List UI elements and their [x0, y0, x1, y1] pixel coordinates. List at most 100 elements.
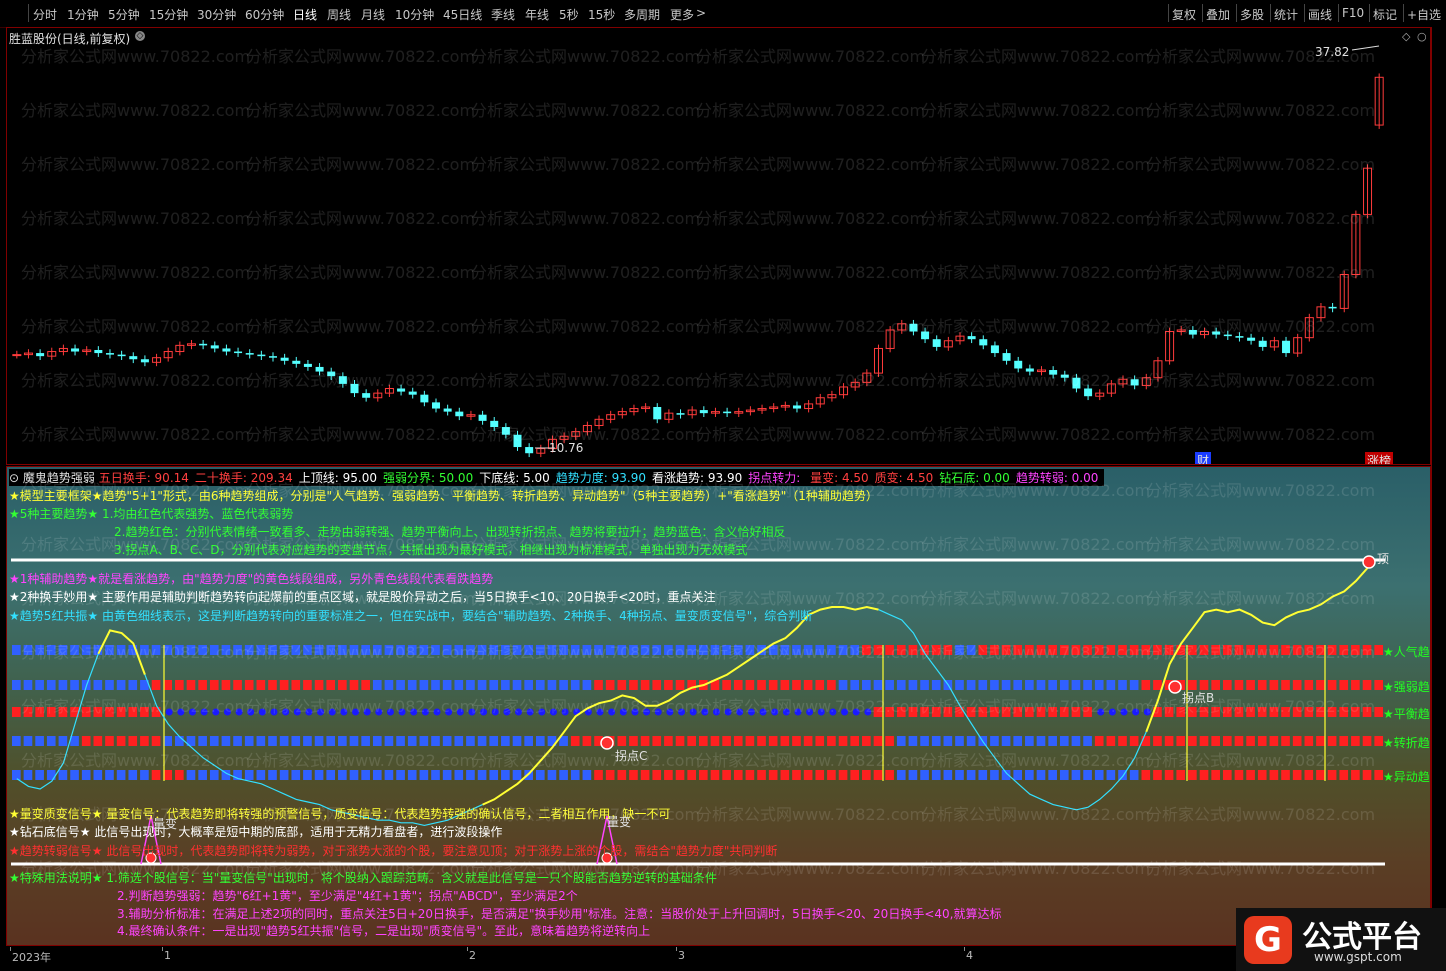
candle	[699, 406, 708, 418]
right-scrollbar[interactable]	[1431, 27, 1446, 971]
candle	[303, 360, 312, 371]
candle	[804, 400, 814, 413]
period-12[interactable]: 年线	[525, 6, 549, 23]
legend-top-4: ★1种辅助趋势★就是看涨趋势，由"趋势力度"的黄色线段组成，另外青色线段代表看跌…	[9, 572, 494, 586]
candle	[955, 332, 965, 345]
legend-top-3: 3.拐点A、B、C、D，分别代表对应趋势的变盘节点，共振出现为最好模式，相继出现…	[114, 543, 748, 557]
candle	[710, 407, 720, 418]
candle	[1200, 327, 1210, 339]
candle	[1153, 356, 1163, 382]
period-8[interactable]: 月线	[361, 6, 385, 23]
legend-top-6: ★趋势5红共振★ 由黄色细线表示，这是判断趋势转向的重要标准之一，但在实战中，要…	[9, 609, 813, 623]
candle	[373, 389, 383, 402]
candle	[979, 335, 988, 350]
candle	[455, 407, 464, 421]
candle	[175, 341, 185, 356]
row-label-3: ★转折趋势	[1383, 736, 1430, 750]
candle	[338, 372, 347, 388]
period-13[interactable]: 5秒	[559, 6, 579, 23]
toolbar-right-1[interactable]: 叠加	[1206, 6, 1230, 23]
period-2[interactable]: 5分钟	[108, 6, 140, 23]
toolbar-right-3[interactable]: 统计	[1274, 6, 1298, 23]
candle	[94, 346, 103, 357]
candle	[1106, 380, 1116, 397]
panel-diamond-icon[interactable]: ◇	[1402, 30, 1410, 43]
candle	[1328, 303, 1337, 313]
candle	[23, 349, 33, 359]
candle	[1141, 373, 1151, 390]
candle	[862, 369, 872, 387]
candle	[513, 430, 522, 451]
period-0[interactable]: 分时	[33, 6, 57, 23]
candle	[36, 349, 45, 361]
right-sep	[1369, 4, 1370, 22]
candle	[362, 389, 371, 402]
candle	[1188, 326, 1197, 339]
trend-line-cyan	[144, 674, 483, 827]
candle	[1095, 389, 1105, 401]
param-10: 钻石底: 0.00	[939, 471, 1010, 485]
candle	[292, 356, 301, 368]
logo-url: www.gspt.com	[1314, 950, 1402, 964]
high-price-label: 37.82	[1315, 45, 1350, 59]
candle	[1049, 366, 1058, 379]
candle	[745, 406, 755, 416]
candle	[990, 341, 999, 357]
period-9[interactable]: 10分钟	[395, 6, 434, 23]
more-chevron-icon[interactable]: >	[696, 6, 706, 20]
panel-close-icon[interactable]: ○	[1417, 30, 1427, 43]
toolbar-right-6[interactable]: 标记	[1373, 6, 1397, 23]
candlestick-chart[interactable]	[7, 28, 1430, 464]
period-6[interactable]: 日线	[293, 6, 317, 23]
candle	[443, 404, 452, 416]
logo-g-icon: G	[1244, 916, 1292, 964]
candle	[210, 341, 219, 353]
candle	[1060, 370, 1069, 382]
candle	[478, 410, 487, 425]
period-10[interactable]: 45日线	[443, 6, 482, 23]
badge-cai[interactable]: 财	[1195, 452, 1212, 464]
candle	[780, 401, 790, 411]
legend-bottom-4: 2.判断趋势强弱：趋势"6红+1黄"，至少满足"4红+1黄"；拐点"ABCD"，…	[117, 889, 578, 903]
candle	[129, 352, 138, 364]
candle	[850, 378, 860, 391]
candle	[186, 339, 196, 350]
period-11[interactable]: 季线	[491, 6, 515, 23]
candle	[397, 384, 406, 396]
period-16[interactable]: 更多	[670, 6, 694, 23]
candle	[932, 335, 941, 351]
toolbar-sep	[28, 4, 29, 22]
gspt-logo: G 公式平台 www.gspt.com	[1236, 908, 1446, 971]
title-settings-icon[interactable]: ◇	[135, 31, 145, 41]
toolbar-right-7[interactable]: +自选	[1407, 6, 1441, 23]
right-sep	[1304, 4, 1305, 22]
xaxis-label-3: 3	[678, 949, 685, 962]
candle	[1293, 333, 1303, 357]
candle	[943, 336, 953, 351]
candle	[1316, 303, 1326, 322]
candle	[525, 443, 534, 458]
candle	[921, 327, 930, 344]
period-4[interactable]: 30分钟	[197, 6, 236, 23]
price-chart-panel[interactable]: 胜蓝股份(日线,前复权) ◇ 37.82 10.76 财 涨榜 ◇ ○ 分析家公…	[6, 27, 1431, 465]
candle	[1165, 327, 1175, 365]
period-15[interactable]: 多周期	[624, 6, 660, 23]
candle	[280, 353, 289, 365]
toolbar-right-4[interactable]: 画线	[1308, 6, 1332, 23]
indicator-panel[interactable]: ⊙ 魔鬼趋势强弱 五日换手: 90.14 二十换手: 209.34 上顶线: 95.…	[6, 466, 1431, 946]
candle	[1025, 364, 1034, 376]
period-3[interactable]: 15分钟	[149, 6, 188, 23]
period-7[interactable]: 周线	[327, 6, 351, 23]
period-14[interactable]: 15秒	[588, 6, 615, 23]
badge-zhangting[interactable]: 涨榜	[1365, 452, 1394, 464]
period-1[interactable]: 1分钟	[67, 6, 99, 23]
candle	[1014, 356, 1023, 373]
legend-bottom-1: ★钻石底信号★ 此信号出现时，大概率是短中期的底部，适用于无精力看盘者，进行波段…	[9, 825, 503, 839]
toolbar-right-5[interactable]: F10	[1342, 6, 1364, 20]
candle	[653, 403, 662, 424]
row-label-1: ★强弱趋势	[1383, 680, 1430, 694]
param-3: 强弱分界: 50.00	[382, 471, 474, 485]
period-5[interactable]: 60分钟	[245, 6, 284, 23]
toolbar-right-0[interactable]: 复权	[1172, 6, 1196, 23]
toolbar-right-2[interactable]: 多股	[1240, 6, 1264, 23]
